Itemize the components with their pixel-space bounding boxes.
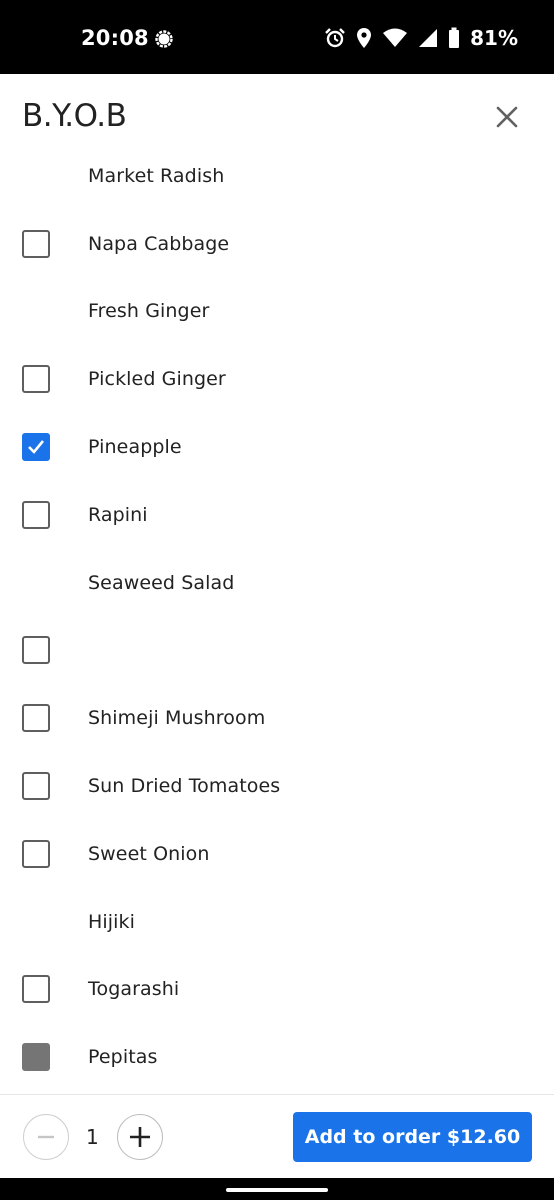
alarm-icon — [324, 27, 346, 49]
byob-sheet: B.Y.O.B Market Radish Napa Cabbage Fresh G… — [0, 74, 554, 1178]
checkbox[interactable] — [22, 500, 50, 529]
status-icons: 81% — [324, 26, 518, 50]
page-title: B.Y.O.B — [22, 98, 127, 134]
checkbox[interactable] — [22, 975, 50, 1004]
list-item: Hijiki — [0, 888, 554, 956]
topping-list: Market Radish Napa Cabbage Fresh Ginger Pic… — [0, 142, 554, 1091]
checkbox[interactable] — [22, 229, 50, 258]
list-item-label: Napa Cabbage — [88, 232, 230, 255]
list-item: Seaweed Salad — [0, 549, 554, 617]
list-item-label: Pineapple — [88, 436, 182, 459]
list-item-label: Pepitas — [88, 1046, 158, 1069]
list-item[interactable]: Pineapple — [0, 413, 554, 481]
list-item[interactable]: Togarashi — [0, 956, 554, 1024]
minus-icon — [38, 1135, 54, 1139]
list-item-label: Market Radish — [88, 164, 225, 187]
order-footer: 1 Add to order $12.60 — [0, 1094, 554, 1178]
battery-percentage: 81% — [470, 26, 518, 50]
list-item-label: Fresh Ginger — [88, 300, 210, 323]
list-item-label: Sun Dried Tomatoes — [88, 775, 281, 798]
list-item-label: Togarashi — [88, 978, 180, 1001]
home-gesture-pill[interactable] — [226, 1188, 328, 1192]
list-item[interactable] — [0, 617, 554, 685]
list-item[interactable]: Shimeji Mushroom — [0, 684, 554, 752]
list-item-label: Pickled Ginger — [88, 368, 226, 391]
location-icon — [356, 27, 372, 49]
close-button[interactable] — [490, 100, 524, 134]
list-item-label: Shimeji Mushroom — [88, 707, 266, 730]
status-time: 20:08 — [81, 26, 149, 50]
list-item-label: Seaweed Salad — [88, 571, 235, 594]
navigation-bar — [0, 1178, 554, 1200]
list-item-label: Sweet Onion — [88, 842, 210, 865]
quantity-value: 1 — [86, 1125, 99, 1149]
checkmark-icon — [28, 440, 45, 455]
decrease-quantity-button[interactable] — [23, 1114, 69, 1160]
list-item[interactable]: Pickled Ginger — [0, 345, 554, 413]
battery-icon — [448, 27, 460, 49]
list-item-label: Rapini — [88, 503, 148, 526]
checkbox[interactable] — [22, 365, 50, 394]
list-item[interactable]: Napa Cabbage — [0, 210, 554, 278]
signal-icon — [418, 27, 438, 49]
chat-bubble-icon — [154, 29, 174, 49]
list-item[interactable]: Sweet Onion — [0, 820, 554, 888]
list-item[interactable]: Rapini — [0, 481, 554, 549]
status-bar: 20:08 81% — [0, 0, 554, 74]
plus-icon — [130, 1127, 150, 1147]
list-item: Pepitas — [0, 1023, 554, 1091]
checkbox[interactable] — [22, 704, 50, 733]
checkbox[interactable] — [22, 839, 50, 868]
list-item: Market Radish — [0, 142, 554, 210]
checkbox[interactable] — [22, 636, 50, 665]
increase-quantity-button[interactable] — [117, 1114, 163, 1160]
list-item-label: Hijiki — [88, 910, 136, 933]
list-item[interactable]: Sun Dried Tomatoes — [0, 752, 554, 820]
checkbox[interactable] — [22, 433, 50, 462]
checkbox[interactable] — [22, 772, 50, 801]
checkbox — [22, 1043, 50, 1072]
wifi-icon — [382, 27, 408, 49]
close-icon — [496, 106, 518, 128]
add-to-order-button[interactable]: Add to order $12.60 — [293, 1112, 532, 1162]
list-item: Fresh Ginger — [0, 278, 554, 346]
